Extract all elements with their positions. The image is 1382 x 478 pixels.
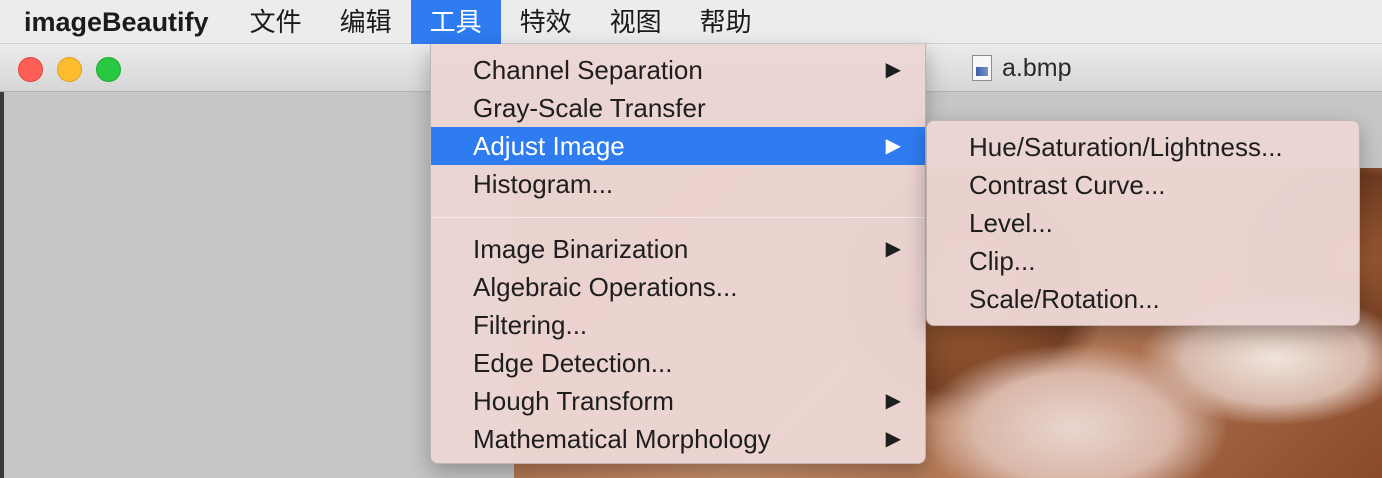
menu-item-level[interactable]: Level... — [927, 204, 1359, 242]
submenu-arrow-icon: ▶ — [885, 59, 901, 81]
adjust-image-submenu: Hue/Saturation/Lightness... Contrast Cur… — [926, 120, 1360, 326]
menu-file[interactable]: 文件 — [231, 0, 321, 44]
close-window-button[interactable] — [18, 57, 43, 82]
menu-edit[interactable]: 编辑 — [321, 0, 411, 44]
menu-item-label: Mathematical Morphology — [473, 424, 771, 454]
menu-item-gray-scale-transfer[interactable]: Gray-Scale Transfer — [431, 89, 925, 127]
window-edge — [0, 92, 4, 478]
menu-view[interactable]: 视图 — [591, 0, 681, 44]
menu-item-mathematical-morphology[interactable]: Mathematical Morphology ▶ — [431, 420, 925, 458]
submenu-arrow-icon: ▶ — [885, 390, 901, 412]
menu-separator — [431, 217, 925, 218]
menu-item-filtering[interactable]: Filtering... — [431, 306, 925, 344]
window-title: a.bmp — [972, 52, 1071, 84]
menu-item-hue-saturation-lightness[interactable]: Hue/Saturation/Lightness... — [927, 128, 1359, 166]
menu-effects[interactable]: 特效 — [501, 0, 591, 44]
menu-item-label: Algebraic Operations... — [473, 272, 738, 302]
menu-item-label: Channel Separation — [473, 55, 703, 85]
app-menu[interactable]: imageBeautify — [0, 0, 231, 44]
menu-item-contrast-curve[interactable]: Contrast Curve... — [927, 166, 1359, 204]
minimize-window-button[interactable] — [57, 57, 82, 82]
submenu-arrow-icon: ▶ — [885, 238, 901, 260]
menu-item-clip[interactable]: Clip... — [927, 242, 1359, 280]
submenu-arrow-icon: ▶ — [885, 428, 901, 450]
document-name: a.bmp — [1002, 53, 1072, 82]
submenu-arrow-icon: ▶ — [885, 135, 901, 157]
menu-help[interactable]: 帮助 — [681, 0, 771, 44]
menu-item-histogram[interactable]: Histogram... — [431, 165, 925, 203]
menu-item-label: Edge Detection... — [473, 348, 673, 378]
menu-item-label: Image Binarization — [473, 234, 689, 264]
menu-item-algebraic-operations[interactable]: Algebraic Operations... — [431, 268, 925, 306]
menu-item-label: Filtering... — [473, 310, 588, 340]
menu-item-label: Adjust Image — [473, 131, 625, 161]
menu-item-label: Hough Transform — [473, 386, 674, 416]
zoom-window-button[interactable] — [96, 57, 121, 82]
menu-tools[interactable]: 工具 — [410, 0, 501, 44]
menu-item-channel-separation[interactable]: Channel Separation ▶ — [431, 51, 925, 89]
menu-item-label: Histogram... — [473, 169, 614, 199]
menu-item-image-binarization[interactable]: Image Binarization ▶ — [431, 230, 925, 268]
menu-item-edge-detection[interactable]: Edge Detection... — [431, 344, 925, 382]
menu-item-label: Gray-Scale Transfer — [473, 93, 706, 123]
bmp-file-icon — [972, 55, 992, 81]
tools-dropdown-menu: Channel Separation ▶ Gray-Scale Transfer… — [430, 44, 926, 464]
menu-item-hough-transform[interactable]: Hough Transform ▶ — [431, 382, 925, 420]
menu-item-scale-rotation[interactable]: Scale/Rotation... — [927, 280, 1359, 318]
menu-item-adjust-image[interactable]: Adjust Image ▶ — [431, 127, 925, 165]
menu-bar: imageBeautify 文件 编辑 工具 特效 视图 帮助 — [0, 0, 1382, 44]
